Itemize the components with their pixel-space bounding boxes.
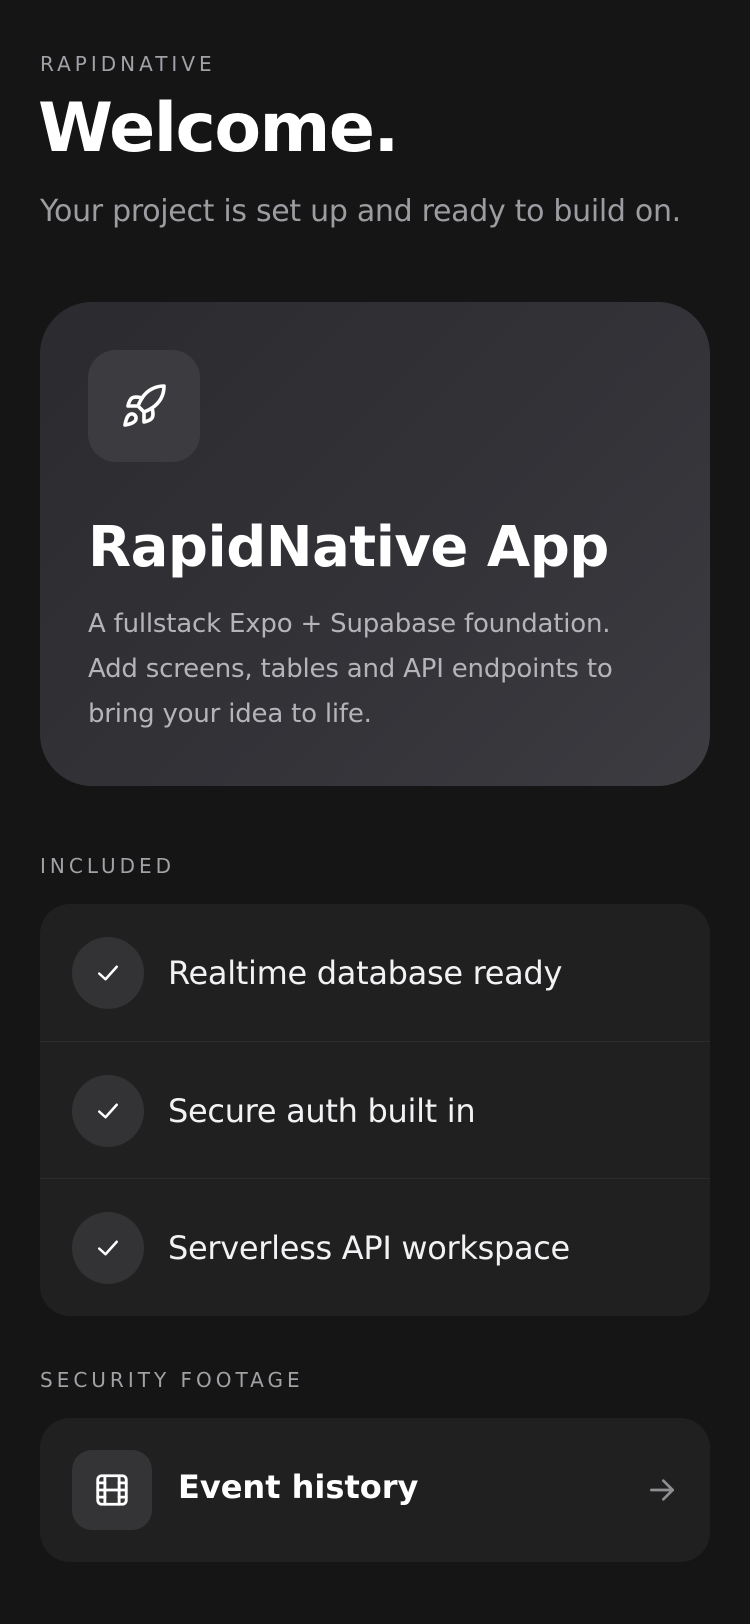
feature-label: Secure auth built in: [168, 1091, 476, 1130]
arrow-right-icon: [650, 1479, 674, 1501]
brand-label: RAPIDNATIVE: [40, 52, 216, 76]
feature-label: Realtime database ready: [168, 953, 563, 992]
page-title: Welcome.: [38, 89, 399, 168]
film-icon: [96, 1474, 128, 1506]
included-section-label: INCLUDED: [40, 854, 176, 878]
event-history-label: Event history: [178, 1468, 419, 1506]
rocket-icon: [123, 384, 166, 427]
check-icon: [98, 965, 118, 980]
check-icon-container: [72, 1074, 144, 1147]
hero-description: A fullstack Expo + Supabase foundation. …: [88, 609, 613, 729]
feature-item-serverless-api: Serverless API workspace: [40, 1178, 710, 1316]
included-feature-list: Realtime database ready Secure auth buil…: [40, 904, 710, 1316]
check-icon-container: [72, 1211, 144, 1284]
feature-label: Serverless API workspace: [168, 1228, 570, 1267]
hero-title: RapidNative App: [88, 515, 609, 580]
feature-item-secure-auth: Secure auth built in: [40, 1041, 710, 1179]
check-icon: [98, 1240, 118, 1255]
security-footage-section-label: SECURITY FOOTAGE: [40, 1368, 304, 1392]
check-icon-container: [72, 936, 144, 1009]
page-subtitle: Your project is set up and ready to buil…: [40, 194, 681, 229]
film-icon-container: [72, 1450, 152, 1530]
hero-card: RapidNative App A fullstack Expo + Supab…: [40, 302, 710, 786]
feature-item-realtime-database: Realtime database ready: [40, 904, 710, 1041]
hero-icon-container: [88, 350, 200, 462]
event-history-button[interactable]: Event history: [40, 1418, 710, 1562]
check-icon: [98, 1103, 118, 1118]
